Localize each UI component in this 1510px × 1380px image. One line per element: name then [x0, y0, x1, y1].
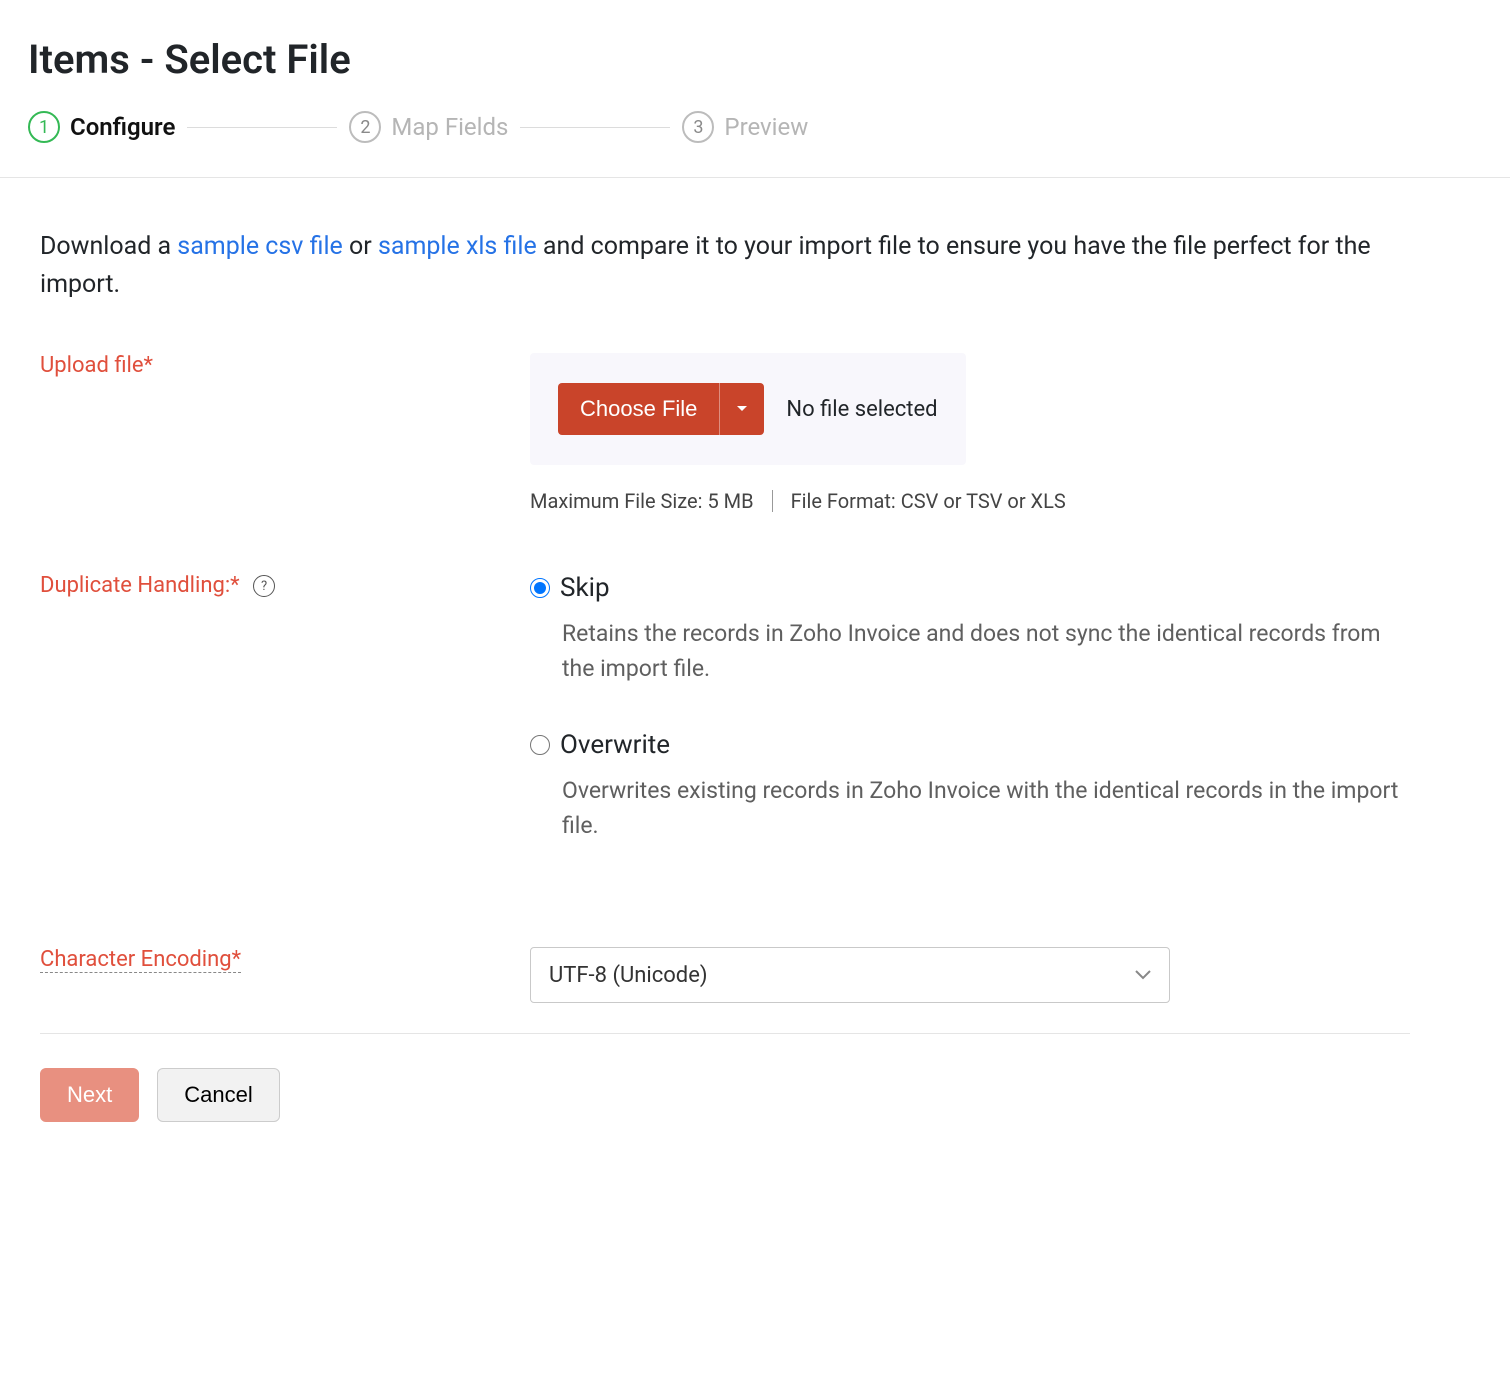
sample-xls-link[interactable]: sample xls file: [378, 232, 537, 261]
max-file-size: Maximum File Size: 5 MB: [530, 489, 754, 513]
help-icon[interactable]: ?: [253, 575, 275, 597]
upload-file-label: Upload file*: [40, 353, 530, 378]
step-number: 2: [349, 111, 381, 143]
radio-skip-title: Skip: [560, 573, 610, 603]
file-status: No file selected: [786, 397, 937, 422]
radio-overwrite-desc: Overwrites existing records in Zoho Invo…: [562, 774, 1410, 843]
step-label: Configure: [70, 113, 175, 141]
choose-file-label: Choose File: [558, 383, 719, 435]
cancel-button[interactable]: Cancel: [157, 1068, 279, 1122]
encoding-select[interactable]: UTF-8 (Unicode): [530, 947, 1170, 1003]
step-preview[interactable]: 3 Preview: [682, 111, 808, 143]
duplicate-handling-label: Duplicate Handling:* ?: [40, 573, 530, 598]
intro-text: Download a sample csv file or sample xls…: [40, 228, 1410, 303]
radio-option-overwrite[interactable]: Overwrite Overwrites existing records in…: [530, 730, 1410, 843]
upload-box: Choose File No file selected: [530, 353, 966, 465]
radio-skip-desc: Retains the records in Zoho Invoice and …: [562, 617, 1410, 686]
step-map-fields[interactable]: 2 Map Fields: [349, 111, 508, 143]
step-divider: [520, 127, 670, 128]
step-label: Map Fields: [391, 113, 508, 141]
radio-skip[interactable]: [530, 578, 550, 598]
choose-file-button[interactable]: Choose File: [558, 383, 764, 435]
step-number: 1: [28, 111, 60, 143]
radio-overwrite-title: Overwrite: [560, 730, 670, 760]
step-number: 3: [682, 111, 714, 143]
radio-option-skip[interactable]: Skip Retains the records in Zoho Invoice…: [530, 573, 1410, 686]
next-button[interactable]: Next: [40, 1068, 139, 1122]
stepper: 1 Configure 2 Map Fields 3 Preview: [0, 101, 1510, 178]
chevron-down-icon[interactable]: [720, 383, 764, 435]
radio-overwrite[interactable]: [530, 735, 550, 755]
step-configure[interactable]: 1 Configure: [28, 111, 175, 143]
allowed-formats: File Format: CSV or TSV or XLS: [791, 489, 1066, 513]
sample-csv-link[interactable]: sample csv file: [177, 232, 343, 261]
step-divider: [187, 127, 337, 128]
page-title: Items - Select File: [0, 0, 1510, 101]
step-label: Preview: [724, 113, 808, 141]
encoding-value: UTF-8 (Unicode): [549, 963, 708, 988]
chevron-down-icon: [1135, 970, 1151, 980]
encoding-label: Character Encoding*: [40, 947, 530, 972]
